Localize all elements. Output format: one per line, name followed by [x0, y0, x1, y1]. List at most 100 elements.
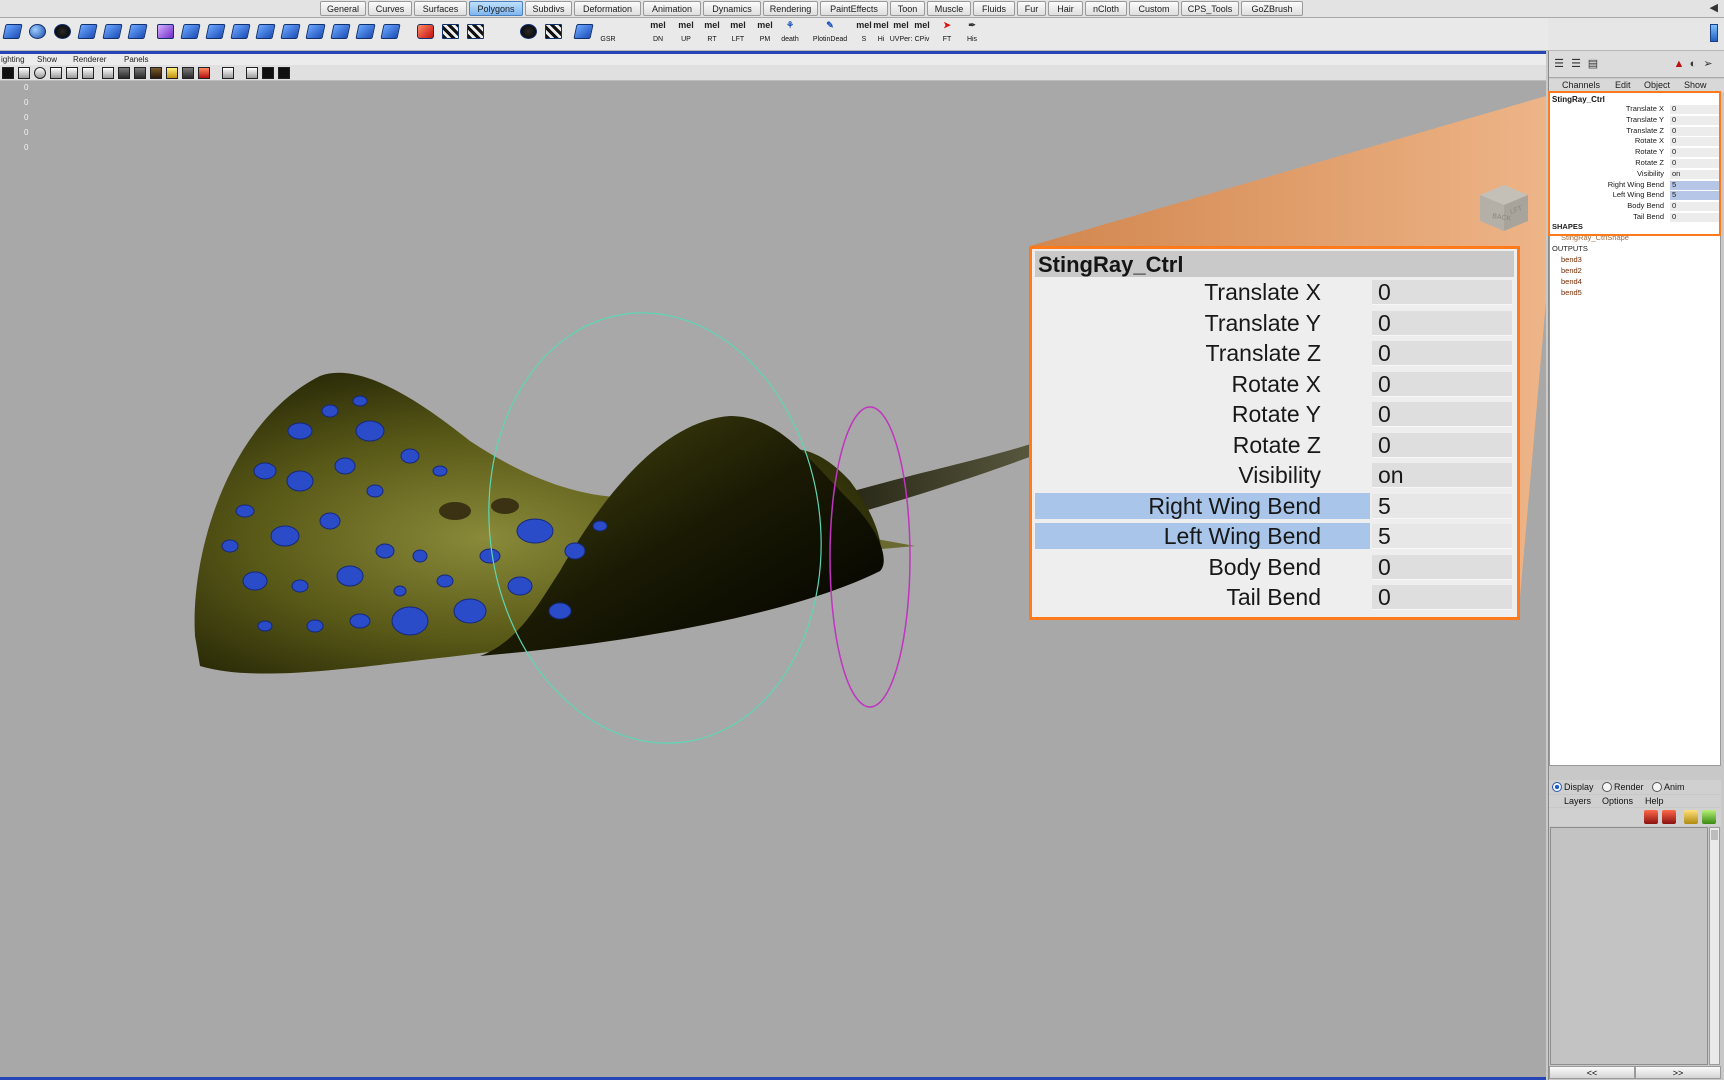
panel-menu-renderer[interactable]: Renderer [73, 54, 106, 65]
select-camera-icon[interactable] [2, 67, 14, 79]
xray-icon[interactable] [222, 67, 234, 79]
his-button[interactable]: ✒ His [960, 20, 984, 48]
poly-plane-icon[interactable] [2, 22, 23, 43]
callout-attribute-field[interactable] [1372, 310, 1512, 336]
offset-edge-loop-icon[interactable] [330, 22, 351, 43]
shelf-tab-muscle[interactable]: Muscle [927, 1, 971, 16]
shadows-icon[interactable] [182, 67, 194, 79]
bevel-icon[interactable] [380, 22, 401, 43]
layer-menu-help[interactable]: Help [1645, 795, 1664, 807]
grid-icon[interactable] [246, 67, 258, 79]
textured-icon[interactable] [150, 67, 162, 79]
callout-attribute-field[interactable] [1372, 554, 1512, 580]
callout-attribute-row[interactable]: Translate Z 0 [1032, 338, 1517, 369]
keyframe-icon[interactable]: ▲ [1672, 58, 1686, 71]
layer-mode-anim[interactable]: Anim [1652, 780, 1685, 794]
output-node[interactable]: bend5 [1561, 288, 1582, 297]
layer-menu-layers[interactable]: Layers [1564, 795, 1591, 807]
layer-mode-display[interactable]: Display [1552, 780, 1594, 794]
layer-mode-render[interactable]: Render [1602, 780, 1644, 794]
death-button[interactable]: ⚘ death [778, 20, 802, 48]
channel-box-toggle-icon[interactable]: ☰ [1552, 58, 1566, 71]
shelf-tab-subdivs[interactable]: Subdivs [525, 1, 572, 16]
2d-pan-zoom-icon[interactable] [66, 67, 78, 79]
new-layer-icon[interactable] [1684, 810, 1698, 824]
shelf-tab-fluids[interactable]: Fluids [973, 1, 1015, 16]
attribute-editor-toggle-icon[interactable]: ☰ [1569, 58, 1583, 71]
mel-cpiv-button[interactable]: mel CPiv [910, 20, 934, 48]
callout-attribute-field[interactable] [1372, 371, 1512, 397]
poly-torus-icon[interactable] [52, 22, 73, 43]
shelf-tab-general[interactable]: General [320, 1, 366, 16]
uv-layout-icon[interactable] [465, 22, 486, 43]
new-layer-selected-icon[interactable] [1702, 810, 1716, 824]
shelf-tab-custom[interactable]: Custom [1129, 1, 1179, 16]
callout-attribute-field[interactable] [1372, 402, 1512, 427]
append-polygon-icon[interactable] [255, 22, 276, 43]
view-cube[interactable]: BACK LFT [1476, 181, 1532, 233]
layer-menu-options[interactable]: Options [1602, 795, 1633, 807]
callout-attribute-row[interactable]: Translate X 0 [1032, 277, 1517, 308]
scrollbar-thumb[interactable] [1711, 830, 1718, 840]
wireframe-on-shaded-icon[interactable] [134, 67, 146, 79]
mel-s-button[interactable]: mel S [855, 20, 873, 48]
mirror-icon[interactable] [573, 22, 594, 43]
move-layer-up-icon[interactable] [1644, 810, 1658, 824]
shelf-tab-fur[interactable]: Fur [1017, 1, 1046, 16]
speed-icon[interactable]: ◐ [1686, 58, 1700, 71]
mel-dn-button[interactable]: mel DN [646, 20, 670, 48]
shelf-scroll-icon[interactable] [1710, 24, 1718, 42]
wireframe-icon[interactable] [102, 67, 114, 79]
mel-gsr-button[interactable]: GSR [596, 20, 620, 48]
film-gate-icon[interactable] [82, 67, 94, 79]
shelf-tab-rendering[interactable]: Rendering [763, 1, 818, 16]
callout-attribute-row[interactable]: Translate Y 0 [1032, 308, 1517, 339]
image-plane-icon[interactable] [50, 67, 62, 79]
resolution-gate-icon[interactable] [262, 67, 274, 79]
callout-attribute-row[interactable]: Visibility on [1032, 460, 1517, 491]
callout-attribute-field[interactable] [1372, 585, 1512, 610]
smooth-icon[interactable] [155, 22, 176, 43]
extrude-edge-icon[interactable] [205, 22, 226, 43]
isolate-select-icon[interactable] [198, 67, 210, 79]
panel-menu-show[interactable]: Show [37, 54, 57, 65]
uv-checker-icon[interactable] [440, 22, 461, 43]
callout-attribute-field[interactable] [1372, 280, 1512, 305]
camera-attributes-icon[interactable] [18, 67, 30, 79]
extract-icon[interactable] [127, 22, 148, 43]
callout-attribute-field[interactable] [1372, 524, 1512, 549]
mel-rt-button[interactable]: mel RT [700, 20, 724, 48]
panel-menu-lighting[interactable]: ighting [1, 54, 25, 65]
smooth-shade-icon[interactable] [118, 67, 130, 79]
poly-sphere-icon[interactable] [27, 22, 48, 43]
callout-attribute-field[interactable] [1372, 432, 1512, 458]
plot-in-dead-button[interactable]: ✎ PlotinDead [806, 20, 854, 48]
output-node[interactable]: bend3 [1561, 255, 1582, 264]
shelf-tab-polygons[interactable]: Polygons [469, 1, 523, 16]
shelf-tab-dynamics[interactable]: Dynamics [703, 1, 761, 16]
tool-settings-toggle-icon[interactable]: ▤ [1586, 58, 1600, 71]
shelf-tab-painteffects[interactable]: PaintEffects [820, 1, 888, 16]
callout-attribute-row[interactable]: Left Wing Bend 5 [1032, 521, 1517, 552]
shelf-tab-gozbrush[interactable]: GoZBrush [1241, 1, 1303, 16]
callout-attribute-row[interactable]: Rotate X 0 [1032, 369, 1517, 400]
separate-icon[interactable] [102, 22, 123, 43]
callout-attribute-row[interactable]: Tail Bend 0 [1032, 582, 1517, 613]
merge-vertices-icon[interactable] [355, 22, 376, 43]
mel-lft-button[interactable]: mel LFT [726, 20, 750, 48]
callout-attribute-row[interactable]: Rotate Y 0 [1032, 399, 1517, 430]
pin-icon[interactable]: ➢ [1701, 58, 1715, 71]
shelf-tab-surfaces[interactable]: Surfaces [414, 1, 467, 16]
shelf-tab-curves[interactable]: Curves [368, 1, 412, 16]
callout-attribute-field[interactable] [1372, 341, 1512, 366]
bridge-icon[interactable] [230, 22, 251, 43]
output-node[interactable]: bend4 [1561, 277, 1582, 286]
ft-button[interactable]: ➤ FT [935, 20, 959, 48]
insert-edge-loop-icon[interactable] [305, 22, 326, 43]
layer-list[interactable] [1550, 827, 1708, 1065]
shelf-tab-hair[interactable]: Hair [1048, 1, 1083, 16]
layer-next-button[interactable]: >> [1635, 1066, 1721, 1079]
callout-attribute-field[interactable] [1372, 493, 1512, 519]
panel-menu-panels[interactable]: Panels [124, 54, 148, 65]
shelf-tab-cps-tools[interactable]: CPS_Tools [1181, 1, 1239, 16]
